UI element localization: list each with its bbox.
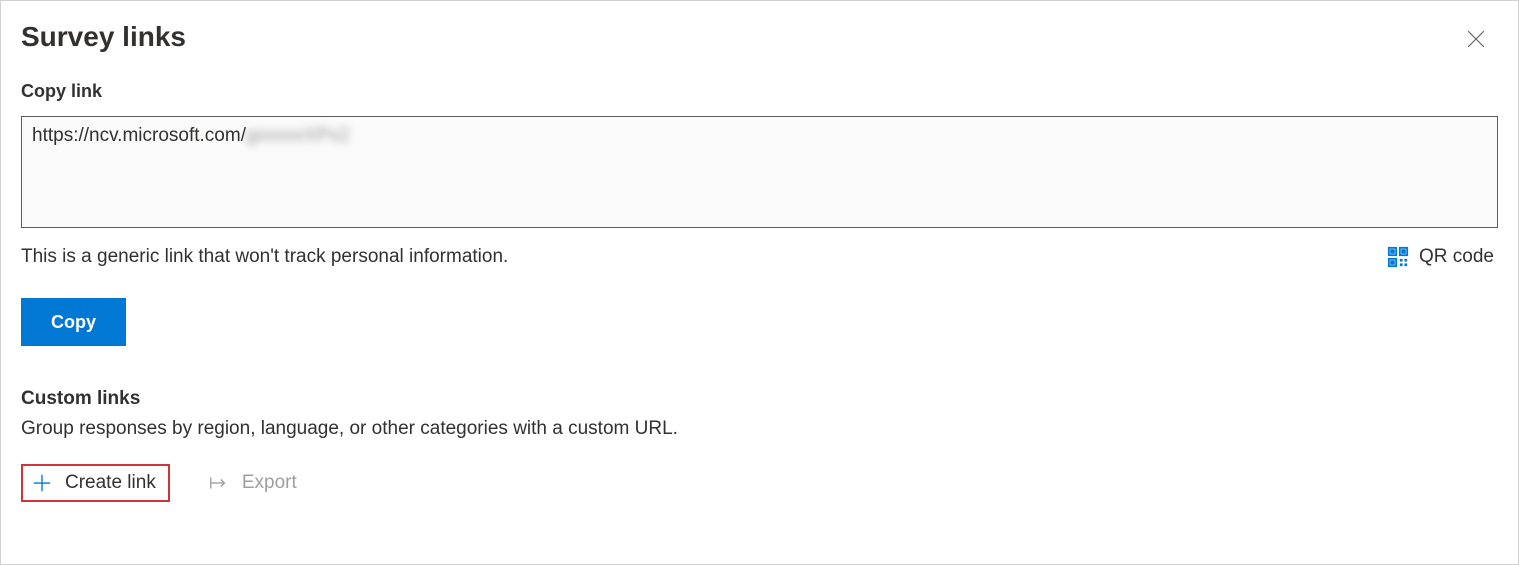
survey-links-panel: Survey links Copy link https://ncv.micro… <box>0 0 1519 565</box>
plus-icon <box>31 472 53 494</box>
qr-code-button[interactable]: QR code <box>1387 246 1494 268</box>
close-icon <box>1467 30 1485 48</box>
qr-code-label: QR code <box>1419 246 1494 268</box>
create-link-label: Create link <box>65 472 156 494</box>
copy-button[interactable]: Copy <box>21 298 126 346</box>
export-button[interactable]: Export <box>208 472 297 494</box>
link-url-visible: https://ncv.microsoft.com/ <box>32 125 246 146</box>
custom-links-label: Custom links <box>21 388 1498 410</box>
custom-links-actions: Create link Export <box>21 464 1498 502</box>
helper-row: This is a generic link that won't track … <box>21 246 1498 268</box>
survey-link-input[interactable]: https://ncv.microsoft.com/gxxxxxXPx2 <box>21 116 1498 228</box>
helper-text: This is a generic link that won't track … <box>21 246 508 268</box>
export-label: Export <box>242 472 297 494</box>
copy-link-label: Copy link <box>21 81 1498 102</box>
create-link-button[interactable]: Create link <box>21 464 170 502</box>
export-icon <box>208 472 230 494</box>
qr-code-icon <box>1387 246 1409 268</box>
panel-title: Survey links <box>21 21 186 53</box>
panel-header: Survey links <box>21 21 1498 53</box>
close-button[interactable] <box>1464 27 1488 51</box>
custom-links-description: Group responses by region, language, or … <box>21 418 1498 440</box>
link-url-redacted: gxxxxxXPx2 <box>246 125 349 146</box>
